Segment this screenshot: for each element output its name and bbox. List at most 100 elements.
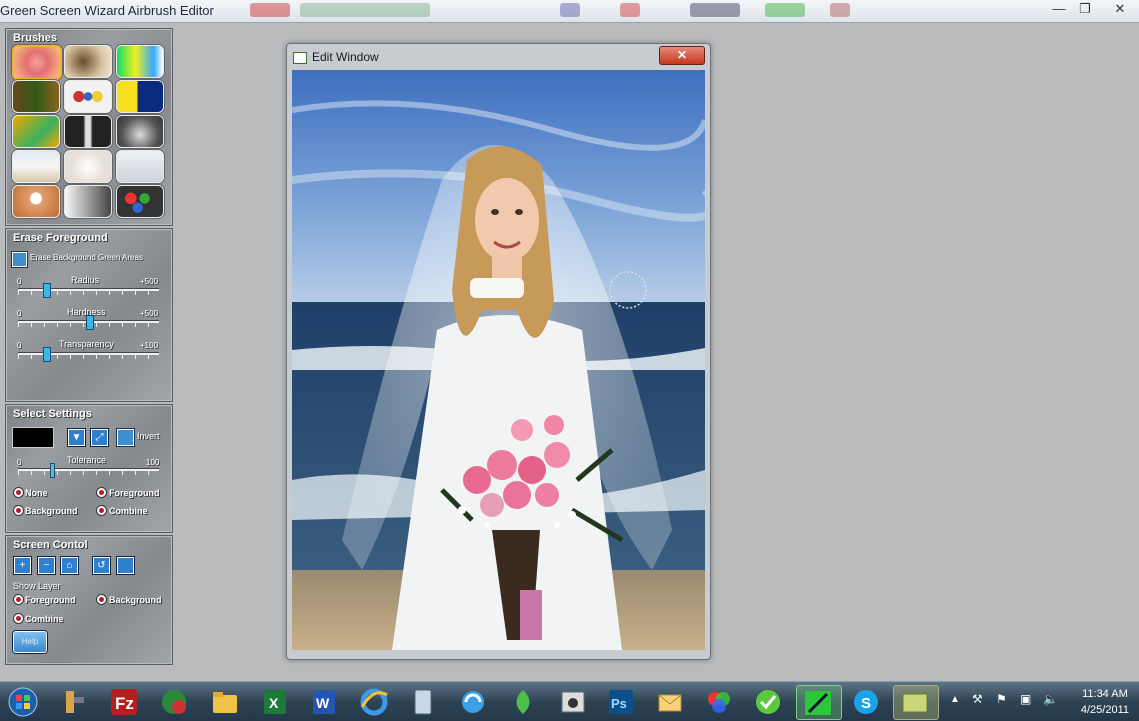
- word-taskbar-icon[interactable]: W: [303, 685, 347, 718]
- layer-background-label: Background: [109, 595, 162, 605]
- fade-brush-icon[interactable]: [64, 185, 112, 218]
- green-app-taskbar-icon[interactable]: [502, 685, 546, 718]
- show-hidden-icons-icon[interactable]: ▲: [950, 694, 960, 705]
- radio-foreground-label: Foreground: [109, 488, 160, 498]
- window-app-icon: [293, 52, 307, 64]
- invert-checkbox[interactable]: [117, 429, 134, 446]
- start-button[interactable]: [2, 685, 42, 718]
- erase-green-checkbox[interactable]: [12, 252, 27, 267]
- erase-panel: Erase Foreground Erase Background Green …: [5, 228, 173, 402]
- clock-time: 11:34 AM: [1082, 688, 1128, 700]
- layer-radio-background[interactable]: [96, 594, 107, 605]
- light-brush-icon[interactable]: [12, 185, 60, 218]
- texture-brush-icon[interactable]: [12, 80, 60, 113]
- edit-canvas[interactable]: [292, 70, 705, 650]
- folder-taskbar-icon[interactable]: [204, 685, 248, 718]
- tray-tools-icon[interactable]: ⚒: [972, 692, 983, 706]
- filezilla-taskbar-icon[interactable]: Fz: [103, 685, 147, 718]
- erase-green-label: Erase Background Green Areas: [30, 253, 143, 262]
- edit-window-close-button[interactable]: ✕: [659, 46, 705, 65]
- fit-screen-icon[interactable]: [117, 557, 134, 574]
- taskbar-clock[interactable]: 11:34 AM 4/25/2011: [1081, 686, 1129, 718]
- ie-taskbar-icon[interactable]: [353, 685, 397, 718]
- home-icon[interactable]: ⌂: [61, 557, 78, 574]
- edit-window-title: Edit Window: [312, 50, 379, 64]
- tolerance-label: Tolerance: [67, 455, 107, 465]
- gradient-brush-icon[interactable]: [116, 45, 164, 78]
- radio-background-label: Background: [25, 506, 78, 516]
- invert-label: Invert: [137, 431, 160, 441]
- select-eyedropper-icon[interactable]: ⤢: [91, 429, 108, 446]
- calculator-taskbar-icon[interactable]: [402, 685, 446, 718]
- suit-brush-icon[interactable]: [64, 115, 112, 148]
- photos-taskbar-icon[interactable]: [552, 685, 596, 718]
- radius-max: +500: [140, 277, 159, 286]
- radio-foreground[interactable]: [96, 487, 107, 498]
- radio-none[interactable]: [13, 487, 24, 498]
- radio-combine[interactable]: [96, 505, 107, 516]
- portrait-brush-icon[interactable]: [116, 115, 164, 148]
- soft-brush-icon[interactable]: [64, 150, 112, 183]
- paint-cans-brush-icon[interactable]: [116, 185, 164, 218]
- erase-title: Erase Foreground: [13, 232, 108, 244]
- selected-color-swatch[interactable]: [12, 427, 54, 448]
- select-panel: Select Settings ▼ ⤢ Invert 0 Tolerance 1…: [5, 404, 173, 533]
- green-screen-wizard-taskbar-icon[interactable]: [796, 685, 842, 720]
- tolerance-max: 100: [146, 458, 160, 467]
- eraser-brush-icon[interactable]: [12, 45, 62, 80]
- colorful-app-taskbar-icon[interactable]: [698, 685, 742, 718]
- green-ball-taskbar-icon[interactable]: [747, 685, 791, 718]
- volume-icon[interactable]: 🔈: [1043, 692, 1058, 706]
- layer-radio-combine[interactable]: [13, 613, 24, 624]
- photo-brush-icon[interactable]: [64, 45, 112, 78]
- mail-taskbar-icon[interactable]: [649, 685, 693, 718]
- svg-text:X: X: [269, 695, 279, 711]
- taskbar-ghost: [765, 3, 805, 17]
- brushes-panel: Brushes: [5, 28, 173, 226]
- transparency-min: 0: [17, 341, 22, 350]
- radio-background[interactable]: [13, 505, 24, 516]
- maximize-button[interactable]: ❐: [1070, 0, 1100, 18]
- layer-combine-label: Combine: [25, 614, 64, 624]
- excel-taskbar-icon[interactable]: X: [254, 685, 298, 718]
- clock-date: 4/25/2011: [1080, 704, 1129, 716]
- network-icon[interactable]: ▣: [1020, 692, 1031, 706]
- transparency-max: +100: [140, 341, 159, 350]
- color-brush-icon[interactable]: [116, 80, 164, 113]
- sync-taskbar-icon[interactable]: [452, 685, 496, 718]
- layer-radio-foreground[interactable]: [13, 594, 24, 605]
- show-layer-label: Show Layer: [13, 581, 61, 591]
- select-down-arrow-icon[interactable]: ▼: [68, 429, 85, 446]
- transparency-slider-thumb[interactable]: [43, 347, 52, 362]
- hardness-slider-thumb[interactable]: [85, 315, 94, 330]
- transparency-ticks: [18, 354, 159, 359]
- app-title: Green Screen Wizard Airbrush Editor: [0, 3, 214, 18]
- zoom-in-icon[interactable]: +: [14, 557, 31, 574]
- taskbar-ghost: [620, 3, 640, 17]
- taskbar-ghost: [250, 3, 290, 17]
- close-button[interactable]: ✕: [1105, 0, 1135, 18]
- screen-control-title: Screen Contol: [13, 539, 88, 551]
- undo-icon[interactable]: ↺: [93, 557, 110, 574]
- brushes-title: Brushes: [13, 32, 58, 44]
- tolerance-slider-thumb[interactable]: [50, 463, 56, 478]
- taskbar-ghost: [560, 3, 580, 17]
- radius-label: Radius: [71, 275, 100, 285]
- edit-window: Edit Window ✕: [286, 43, 711, 660]
- action-center-flag-icon[interactable]: ⚑: [996, 692, 1007, 706]
- help-button[interactable]: Help: [13, 631, 47, 653]
- globe-taskbar-icon[interactable]: [153, 685, 197, 718]
- screen-control-panel: Screen Contol + − ⌂ ↺ Show Layer Foregro…: [5, 535, 173, 665]
- radius-slider-thumb[interactable]: [43, 283, 52, 298]
- tools-taskbar-icon[interactable]: [52, 685, 96, 718]
- photoshop-taskbar-icon[interactable]: Ps: [600, 685, 644, 718]
- notes-taskbar-icon[interactable]: [893, 685, 939, 720]
- zoom-out-icon[interactable]: −: [38, 557, 55, 574]
- radius-ticks: [18, 290, 159, 295]
- shape-brush-icon[interactable]: [12, 115, 60, 148]
- machine-brush-icon[interactable]: [116, 150, 164, 183]
- beach-brush-icon[interactable]: [12, 150, 60, 183]
- taskbar: Fz X W Ps S ▲ ⚒ ⚑ ▣ 🔈 11:34 AM 4/25/2011: [0, 681, 1139, 721]
- palette-brush-icon[interactable]: [64, 80, 112, 113]
- skype-taskbar-icon[interactable]: S: [845, 685, 889, 718]
